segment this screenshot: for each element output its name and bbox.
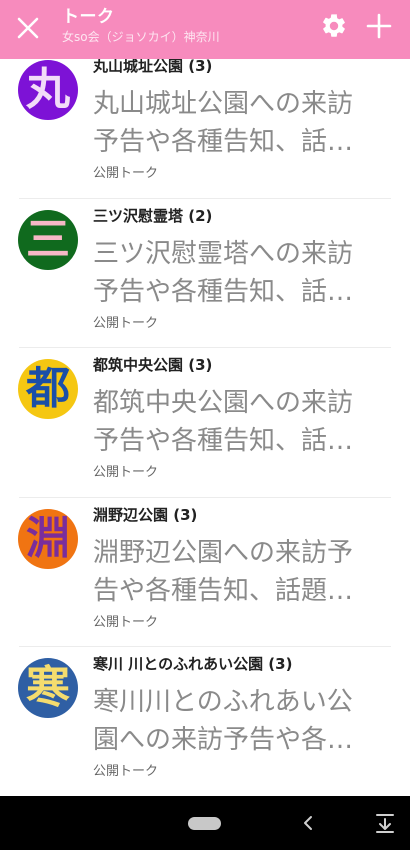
avatar-letter: 丸 [26,64,70,115]
chat-type-label: 公開トーク [93,465,159,481]
chat-row[interactable]: 丸 丸山城址公園 (3) 丸山城址公園への来訪予告や各種告知、話題の共有 公開ト… [0,59,410,199]
chat-title: 丸山城址公園 (3) [93,59,213,75]
title-block: トーク 女so会（ジョソカイ）神奈川 [62,6,312,46]
avatar-letter: 淵 [26,512,70,564]
chat-row[interactable]: 都 都筑中央公園 (3) 都筑中央公園への来訪予告や各種告知、話題の共有 公開ト… [0,348,410,498]
avatar-letter: 三 [26,213,70,265]
chat-type-label: 公開トーク [93,166,159,181]
chat-preview: 都筑中央公園への来訪予告や各種告知、話題の共有 [93,388,354,457]
gear-icon[interactable] [320,12,348,40]
avatar: 都 [18,359,78,420]
chat-row[interactable]: 寒 寒川 川とのふれあい公園 (3) 寒川川とのふれあい公園への来訪予告や各種告… [0,647,410,796]
chat-row[interactable]: 三 三ツ沢慰霊塔 (2) 三ツ沢慰霊塔への来訪予告や各種告知、話題の共有 公開ト… [0,199,410,349]
app-bar: トーク 女so会（ジョソカイ）神奈川 [0,0,410,59]
chat-title: 都筑中央公園 (3) [93,356,213,375]
group-subtitle: 女so会（ジョソカイ）神奈川 [62,30,220,44]
chat-list[interactable]: 丸 丸山城址公園 (3) 丸山城址公園への来訪予告や各種告知、話題の共有 公開ト… [0,59,410,796]
chat-type-label: 公開トーク [93,764,159,780]
close-icon[interactable] [14,14,42,42]
avatar: 三 [18,209,78,270]
page-title: トーク [62,7,115,27]
chat-preview: 淵野辺公園への来訪予告や各種告知、話題の共有 [93,537,354,606]
avatar: 寒 [18,658,78,719]
plus-icon[interactable] [366,13,392,39]
home-pill-icon[interactable] [188,817,221,830]
avatar: 淵 [18,508,78,569]
chat-title: 寒川 川とのふれあい公園 (3) [93,655,293,674]
chat-type-label: 公開トーク [93,315,159,331]
avatar: 丸 [18,60,78,120]
avatar-letter: 都 [26,363,70,415]
avatar-letter: 寒 [26,662,70,714]
chat-title: 三ツ沢慰霊塔 (2) [93,206,213,225]
chat-preview: 寒川川とのふれあい公園への来訪予告や各種告知 [93,687,354,756]
back-icon[interactable] [299,813,317,833]
chat-type-label: 公開トーク [93,614,159,630]
chat-row[interactable]: 淵 淵野辺公園 (3) 淵野辺公園への来訪予告や各種告知、話題の共有 公開トーク [0,498,410,648]
chat-preview: 三ツ沢慰霊塔への来訪予告や各種告知、話題の共有 [93,238,354,307]
chat-title: 淵野辺公園 (3) [93,505,198,524]
system-navigation-bar [0,796,410,850]
chat-preview: 丸山城址公園への来訪予告や各種告知、話題の共有 [93,89,354,157]
expand-down-icon[interactable] [374,812,396,834]
